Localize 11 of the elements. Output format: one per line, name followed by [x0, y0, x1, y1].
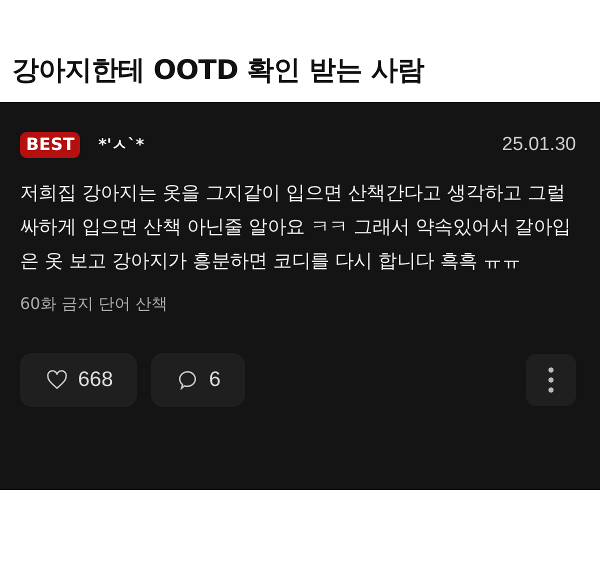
- heart-icon: [46, 370, 68, 390]
- author-name: *'ㅅ`*: [98, 134, 144, 156]
- like-button[interactable]: 668: [20, 353, 138, 407]
- comment-button[interactable]: 6: [151, 353, 245, 407]
- more-icon: [548, 367, 554, 393]
- post-body: 저희집 강아지는 옷을 그지같이 입으면 산책간다고 생각하고 그럴싸하게 입으면 산책 아닌줄 알아요 ㅋㅋ 그래서 약속있어서 갈아입은 옷 보고 강아지가 흥분하면 코디를 다시 합니다 흑흑 ㅠㅠ: [20, 181, 572, 274]
- post-date: 25.01.30: [502, 134, 576, 156]
- page-title: 강아지한테 OOTD 확인 받는 사람: [11, 54, 426, 88]
- post-tag: 60화 금지 단어 산책: [20, 294, 580, 315]
- more-button[interactable]: [526, 354, 576, 406]
- best-badge: BEST: [20, 132, 80, 158]
